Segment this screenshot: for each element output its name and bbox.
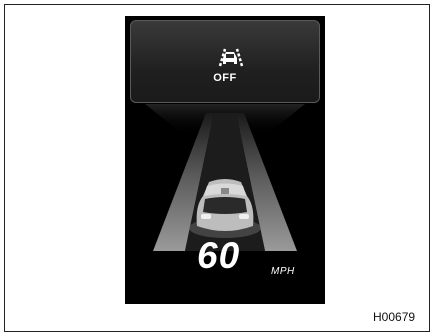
assist-status-text: OFF	[213, 72, 237, 84]
instrument-display: OFF 60 MPH	[125, 16, 325, 304]
figure-frame: OFF 60 MPH H00679	[4, 4, 430, 332]
speed-unit: MPH	[271, 266, 295, 277]
speed-value: 60	[197, 235, 241, 276]
figure-id: H00679	[373, 310, 416, 324]
assist-status-panel: OFF	[130, 20, 320, 103]
lane-keep-assist-icon	[218, 48, 244, 67]
